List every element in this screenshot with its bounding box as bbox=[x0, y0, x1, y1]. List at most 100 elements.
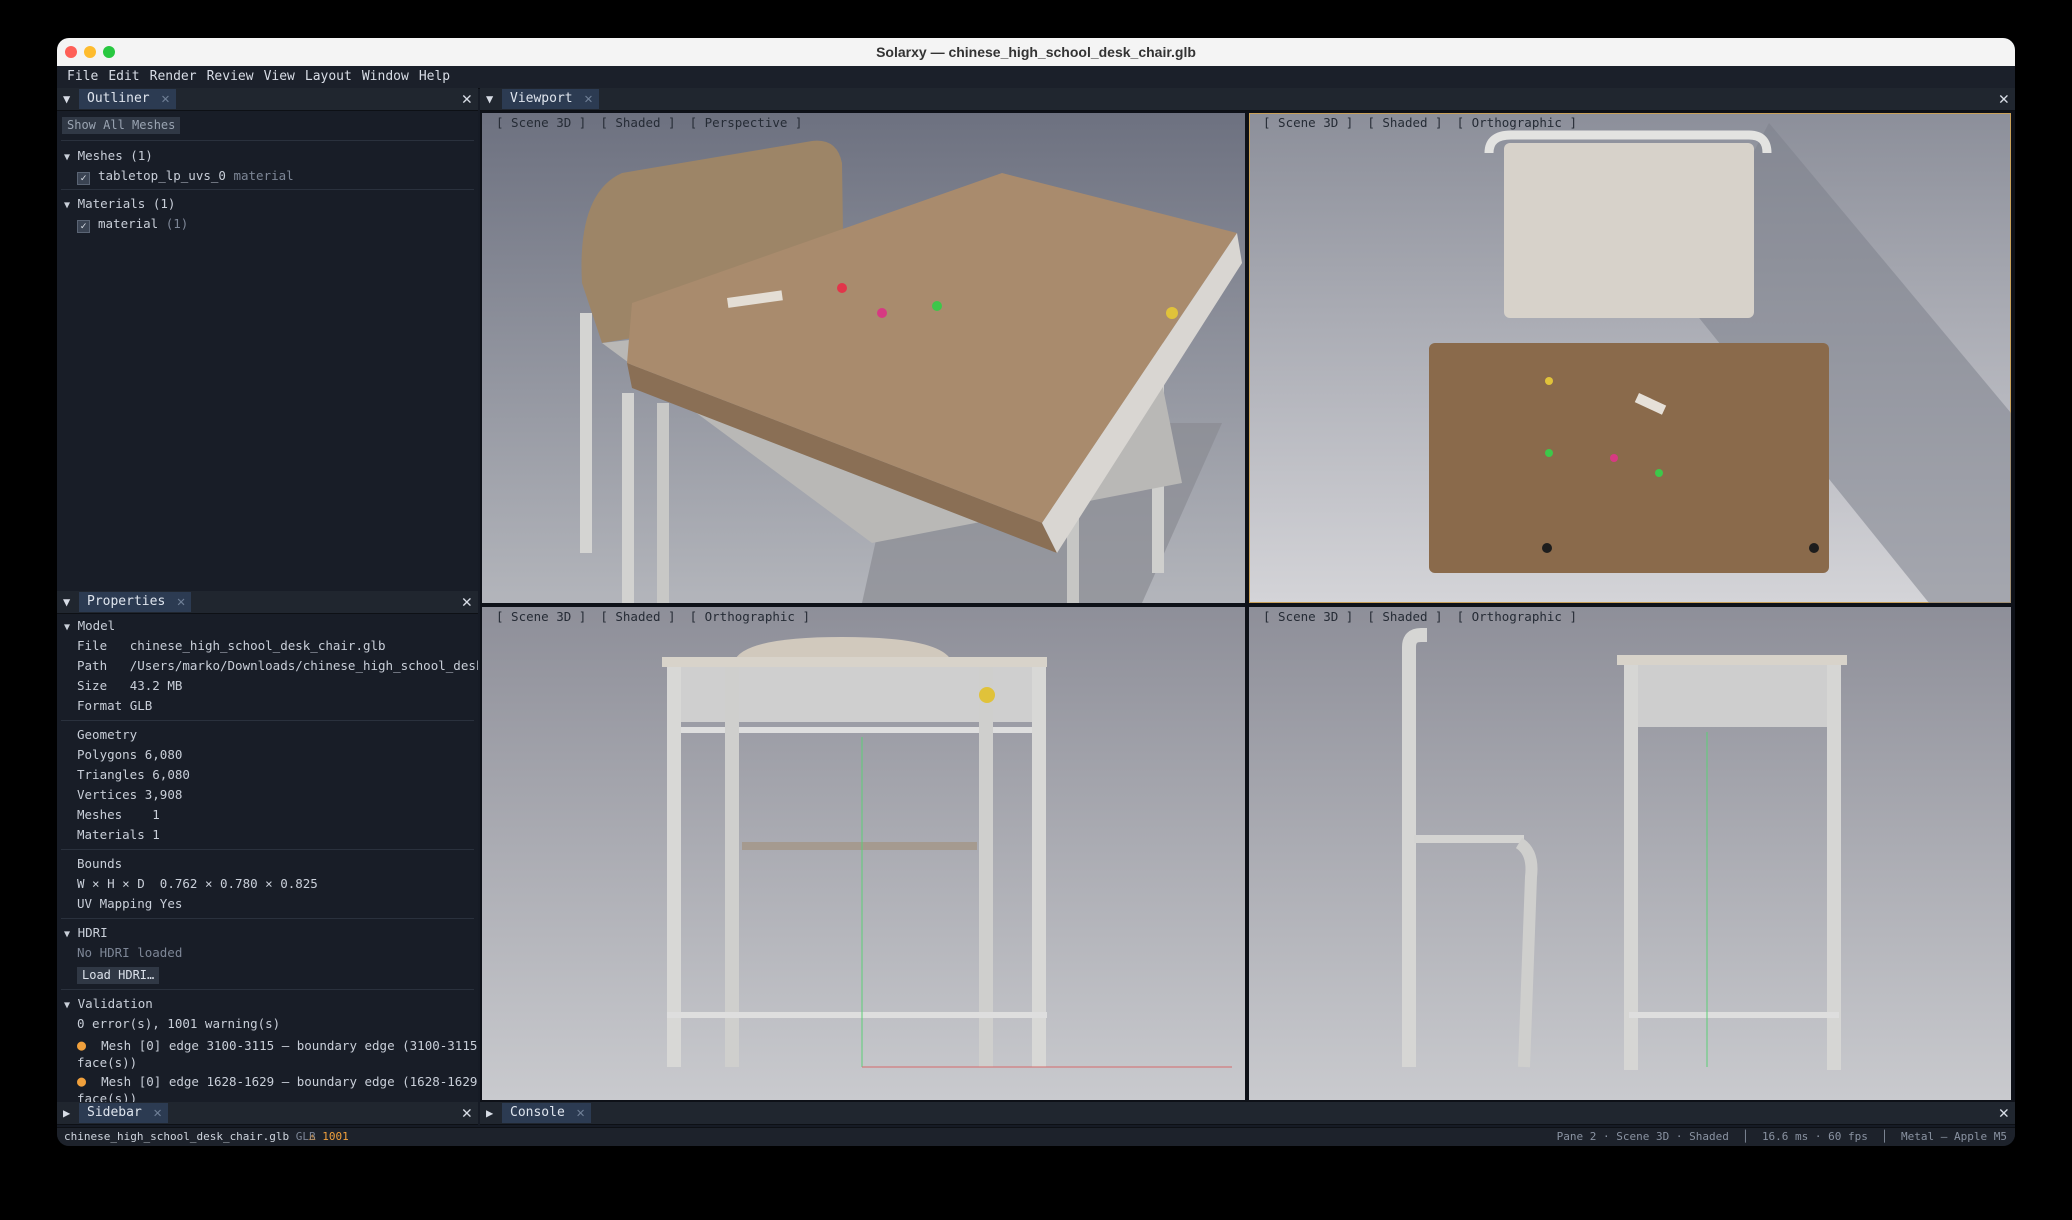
desk-top-render bbox=[1429, 123, 2011, 603]
collapse-triangle-icon[interactable]: ▼ bbox=[63, 591, 70, 613]
menu-edit[interactable]: Edit bbox=[103, 66, 144, 88]
tab-sidebar[interactable]: Sidebar ✕ bbox=[79, 1103, 168, 1123]
close-panel-icon[interactable]: ✕ bbox=[462, 1102, 472, 1124]
close-panel-icon[interactable]: ✕ bbox=[1999, 88, 2009, 110]
desk-perspective-render bbox=[580, 140, 1242, 603]
collapse-triangle-icon[interactable]: ▼ bbox=[486, 88, 493, 110]
tab-outliner-label: Outliner bbox=[87, 91, 150, 106]
validation-summary: 0 error(s), 1001 warning(s) bbox=[77, 1016, 281, 1031]
sidebar-header: ▶ Sidebar ✕ ✕ bbox=[57, 1102, 478, 1125]
expand-triangle-icon: ▼ bbox=[64, 152, 71, 163]
tab-console-label: Console bbox=[510, 1105, 565, 1120]
status-pane-info: Pane 2 · Scene 3D · Shaded bbox=[1556, 1130, 1729, 1143]
file-value: chinese_high_school_desk_chair.glb bbox=[129, 638, 386, 653]
viewport-header: ▼ Viewport ✕ ✕ bbox=[480, 88, 2015, 111]
close-panel-icon[interactable]: ✕ bbox=[462, 88, 472, 110]
geometry-title: Geometry bbox=[77, 727, 138, 742]
divider bbox=[61, 189, 474, 190]
menu-view[interactable]: View bbox=[259, 66, 300, 88]
polygons-row: Polygons 6,080 bbox=[77, 747, 183, 762]
path-value: /Users/marko/Downloads/chinese_high_scho… bbox=[129, 658, 478, 673]
material-list-item[interactable]: ✓ material (1) bbox=[77, 215, 188, 233]
expand-triangle-icon[interactable]: ▶ bbox=[486, 1102, 493, 1124]
hdri-section-header[interactable]: ▼ HDRI bbox=[64, 924, 108, 944]
divider bbox=[61, 140, 474, 141]
visibility-checkbox[interactable]: ✓ bbox=[77, 220, 90, 233]
tab-viewport[interactable]: Viewport ✕ bbox=[502, 89, 599, 109]
materials-row: Materials 1 bbox=[77, 827, 160, 842]
viewport-front[interactable]: [ Scene 3D ][ Shaded ][ Orthographic ] bbox=[482, 607, 1245, 1100]
status-renderer: Metal — Apple M5 bbox=[1901, 1130, 2007, 1143]
window-title: Solarxy — chinese_high_school_desk_chair… bbox=[876, 44, 1196, 60]
status-frame-info: 16.6 ms · 60 fps bbox=[1761, 1130, 1868, 1143]
load-hdri-button[interactable]: Load HDRI… bbox=[77, 967, 160, 984]
divider bbox=[61, 918, 474, 919]
size-row: Size 43.2 MB bbox=[77, 678, 183, 693]
meshes-group-header[interactable]: ▼ Meshes (1) bbox=[64, 147, 153, 167]
tab-viewport-label: Viewport bbox=[510, 91, 573, 106]
visibility-checkbox[interactable]: ✓ bbox=[77, 172, 90, 185]
viewport-label: [ Scene 3D ][ Shaded ][ Orthographic ] bbox=[1263, 609, 1577, 624]
status-bar: chinese_high_school_desk_chair.glb GLB ⚠… bbox=[57, 1127, 2015, 1146]
mesh-material: material bbox=[233, 168, 294, 183]
viewport-perspective[interactable]: [ Scene 3D ][ Shaded ][ Perspective ] bbox=[482, 113, 1245, 603]
divider bbox=[61, 720, 474, 721]
status-filename: chinese_high_school_desk_chair.glb GLB bbox=[64, 1130, 316, 1143]
tab-properties[interactable]: Properties ✕ bbox=[79, 592, 192, 612]
materials-group-header[interactable]: ▼ Materials (1) bbox=[64, 195, 175, 215]
validation-section-header[interactable]: ▼ Validation bbox=[64, 995, 153, 1015]
menu-review[interactable]: Review bbox=[202, 66, 259, 88]
tab-console[interactable]: Console ✕ bbox=[502, 1103, 591, 1123]
viewport-side[interactable]: [ Scene 3D ][ Shaded ][ Orthographic ] bbox=[1249, 607, 2011, 1100]
close-tab-icon[interactable]: ✕ bbox=[576, 1103, 584, 1123]
mesh-name: tabletop_lp_uvs_0 bbox=[98, 168, 226, 183]
expand-triangle-icon[interactable]: ▶ bbox=[63, 1102, 70, 1124]
menu-help[interactable]: Help bbox=[414, 66, 455, 88]
menu-render[interactable]: Render bbox=[145, 66, 202, 88]
material-name: material bbox=[98, 216, 159, 231]
warning-dot-icon: ● bbox=[77, 1036, 87, 1054]
close-tab-icon[interactable]: ✕ bbox=[153, 1103, 161, 1123]
menu-file[interactable]: File bbox=[62, 66, 103, 88]
tab-outliner[interactable]: Outliner ✕ bbox=[79, 89, 176, 109]
warning-item[interactable]: ● Mesh [0] edge 1628-1629 — boundary edg… bbox=[77, 1072, 478, 1091]
console-header: ▶ Console ✕ ✕ bbox=[480, 1102, 2015, 1125]
close-tab-icon[interactable]: ✕ bbox=[584, 89, 592, 109]
viewport-grid: [ Scene 3D ][ Shaded ][ Perspective ] [ … bbox=[480, 111, 2015, 1102]
triangles-row: Triangles 6,080 bbox=[77, 767, 190, 782]
vertices-row: Vertices 3,908 bbox=[77, 787, 183, 802]
tab-properties-label: Properties bbox=[87, 594, 166, 609]
collapse-triangle-icon[interactable]: ▼ bbox=[63, 88, 70, 110]
meshes-row: Meshes 1 bbox=[77, 807, 160, 822]
close-panel-icon[interactable]: ✕ bbox=[462, 591, 472, 613]
viewport-label: [ Scene 3D ][ Shaded ][ Perspective ] bbox=[496, 115, 803, 130]
expand-triangle-icon: ▼ bbox=[64, 622, 71, 633]
uv-mapping-row: UV Mapping Yes bbox=[77, 896, 183, 911]
properties-panel: ▼ Model File chinese_high_school_desk_ch… bbox=[57, 614, 478, 1103]
close-panel-icon[interactable]: ✕ bbox=[1999, 1102, 2009, 1124]
mesh-list-item[interactable]: ✓ tabletop_lp_uvs_0 material bbox=[77, 167, 294, 185]
warning-item[interactable]: ● Mesh [0] edge 3100-3115 — boundary edg… bbox=[77, 1036, 478, 1055]
tab-sidebar-label: Sidebar bbox=[87, 1105, 142, 1120]
hdri-status: No HDRI loaded bbox=[77, 945, 183, 960]
path-row: Path /Users/marko/Downloads/chinese_high… bbox=[77, 657, 478, 675]
app-window: Solarxy — chinese_high_school_desk_chair… bbox=[57, 38, 2015, 1146]
warning-dot-icon: ● bbox=[77, 1072, 87, 1090]
desk-side-render bbox=[1402, 628, 1847, 1070]
properties-header: ▼ Properties ✕ ✕ bbox=[57, 591, 478, 614]
divider bbox=[61, 849, 474, 850]
divider bbox=[61, 989, 474, 990]
viewport-label: [ Scene 3D ][ Shaded ][ Orthographic ] bbox=[496, 609, 810, 624]
format-value: GLB bbox=[129, 698, 153, 713]
expand-triangle-icon: ▼ bbox=[64, 200, 71, 211]
menu-window[interactable]: Window bbox=[357, 66, 414, 88]
file-row: File chinese_high_school_desk_chair.glb bbox=[77, 638, 386, 653]
status-warnings[interactable]: ⚠ 1001 bbox=[309, 1128, 349, 1146]
close-tab-icon[interactable]: ✕ bbox=[177, 592, 185, 612]
menu-bar: File Edit Render Review View Layout Window Help bbox=[57, 66, 2015, 89]
viewport-top[interactable]: [ Scene 3D ][ Shaded ][ Orthographic ] bbox=[1249, 113, 2011, 603]
show-all-meshes-button[interactable]: Show All Meshes bbox=[62, 117, 181, 134]
model-section-header[interactable]: ▼ Model bbox=[64, 617, 115, 637]
menu-layout[interactable]: Layout bbox=[300, 66, 357, 88]
close-tab-icon[interactable]: ✕ bbox=[161, 89, 169, 109]
